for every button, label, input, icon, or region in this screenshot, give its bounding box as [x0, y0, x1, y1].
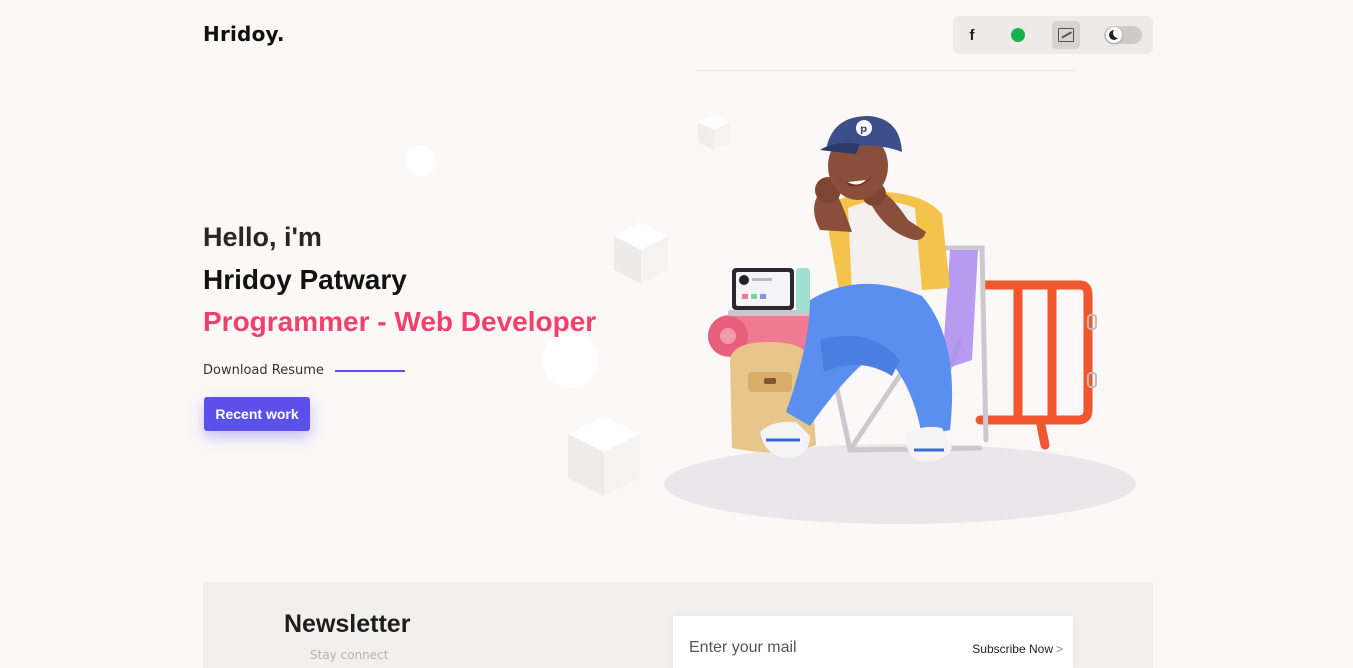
decorative-circle — [406, 146, 436, 176]
subscribe-label: Subscribe Now — [972, 642, 1053, 656]
site-logo[interactable]: Hridoy. — [203, 22, 285, 46]
decorative-circle — [542, 332, 598, 388]
header-toolbar: f — [953, 16, 1153, 54]
newsletter-title: Newsletter — [284, 610, 411, 638]
newsletter-subtitle: Stay connect — [310, 648, 389, 662]
download-resume-label: Download Resume — [203, 363, 324, 378]
dark-mode-toggle[interactable] — [1104, 26, 1142, 44]
download-resume-link[interactable]: Download Resume — [203, 363, 405, 378]
header-divider — [696, 70, 1076, 71]
svg-text:p: p — [860, 124, 867, 135]
resume-underline — [334, 369, 405, 372]
newsletter-section: Newsletter Stay connect Subscribe Now> — [203, 582, 1153, 668]
hero-greeting: Hello, i'm — [203, 222, 322, 252]
recent-work-button[interactable]: Recent work — [204, 397, 310, 431]
hero-name: Hridoy Patwary — [203, 264, 407, 295]
chevron-right-icon: > — [1055, 642, 1063, 656]
resume-icon[interactable] — [1052, 21, 1080, 49]
newsletter-form: Subscribe Now> — [673, 616, 1073, 668]
subscribe-button[interactable]: Subscribe Now > — [972, 642, 1063, 656]
hero-illustration: p — [664, 116, 1136, 524]
decorative-cube — [568, 416, 640, 496]
hero-role: Programmer - Web Developer — [203, 306, 597, 337]
page: Hridoy. f Hello, i'm Hridoy Patwary Prog… — [0, 0, 1353, 668]
email-input[interactable] — [687, 636, 927, 660]
moon-icon — [1106, 27, 1122, 43]
whatsapp-icon[interactable] — [1004, 21, 1032, 49]
facebook-icon[interactable]: f — [958, 21, 986, 49]
